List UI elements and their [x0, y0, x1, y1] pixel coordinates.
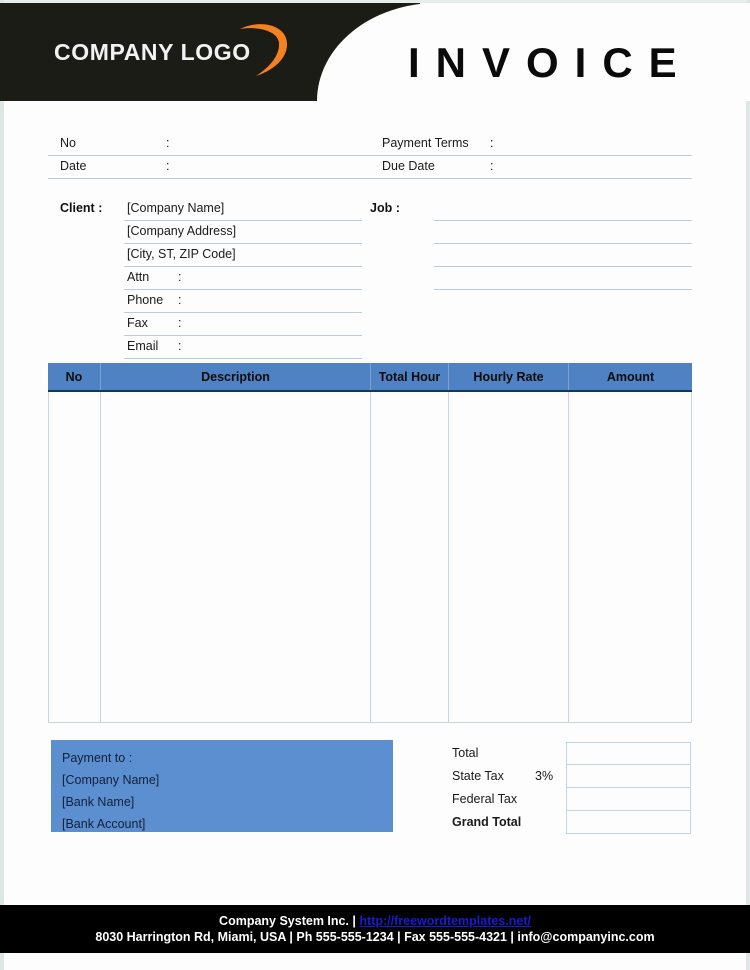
- meta-row: No : Payment Terms :: [48, 133, 692, 156]
- client-colon: :: [178, 339, 182, 353]
- footer-website-link[interactable]: http://freewordtemplates.net/: [359, 914, 531, 928]
- job-field-line-1[interactable]: [434, 198, 692, 221]
- table-column-divider: [448, 392, 449, 722]
- state-tax-rate: 3%: [535, 769, 554, 783]
- table-column-divider: [568, 392, 569, 722]
- client-field-phone[interactable]: Phone :: [124, 290, 362, 313]
- client-label: Attn: [127, 270, 150, 284]
- payment-bank-name[interactable]: [Bank Name]: [62, 791, 393, 813]
- client-field-attn[interactable]: Attn :: [124, 267, 362, 290]
- job-field-line-4[interactable]: [434, 267, 692, 290]
- meta-label-due-date: Due Date: [382, 159, 435, 173]
- column-header-hourly-rate: Hourly Rate: [448, 363, 568, 390]
- client-colon: :: [178, 293, 182, 307]
- payment-bank-account[interactable]: [Bank Account]: [62, 813, 393, 835]
- meta-row: Date : Due Date :: [48, 156, 692, 179]
- client-field-city-state-zip[interactable]: [City, ST, ZIP Code]: [124, 244, 362, 267]
- meta-colon: :: [166, 136, 170, 150]
- invoice-page: COMPANY LOGO INVOICE No : Payment Terms …: [0, 0, 750, 970]
- totals-label-total: Total: [452, 746, 479, 760]
- client-rows: [Company Name] [Company Address] [City, …: [124, 198, 362, 359]
- meta-label-no: No: [60, 136, 76, 150]
- totals-label-federal-tax: Federal Tax: [452, 792, 518, 806]
- footer-line-2: 8030 Harrington Rd, Miami, USA | Ph 555-…: [95, 930, 655, 944]
- client-colon: :: [178, 270, 182, 284]
- line-items-table: No Description Total Hour Hourly Rate Am…: [48, 363, 692, 725]
- column-header-amount: Amount: [568, 363, 692, 390]
- client-label: Fax: [127, 316, 148, 330]
- meta-colon: :: [490, 136, 494, 150]
- client-field-company-name[interactable]: [Company Name]: [124, 198, 362, 221]
- payment-company-name[interactable]: [Company Name]: [62, 769, 393, 791]
- client-field-fax[interactable]: Fax :: [124, 313, 362, 336]
- footer-line-1: Company System Inc. | http://freewordtem…: [0, 913, 750, 929]
- job-title: Job :: [370, 201, 400, 215]
- meta-colon: :: [490, 159, 494, 173]
- client-label: [Company Name]: [127, 201, 225, 215]
- client-label: [Company Address]: [127, 224, 237, 238]
- invoice-header: COMPANY LOGO INVOICE: [0, 3, 750, 101]
- totals-value-total[interactable]: [566, 742, 691, 765]
- page-left-edge: [0, 0, 4, 970]
- totals-label-grand-total: Grand Total: [452, 815, 522, 829]
- company-logo-text: COMPANY LOGO: [54, 39, 251, 65]
- job-rows: [434, 198, 692, 290]
- payment-to-box: Payment to : [Company Name] [Bank Name] …: [51, 740, 393, 832]
- client-label: Email: [127, 339, 159, 353]
- totals-row-federal-tax: Federal Tax: [452, 788, 692, 811]
- page-right-edge: [746, 0, 750, 970]
- client-field-company-address[interactable]: [Company Address]: [124, 221, 362, 244]
- client-label: [City, ST, ZIP Code]: [127, 247, 236, 261]
- totals-row-total: Total: [452, 742, 692, 765]
- column-header-description: Description: [100, 363, 370, 390]
- meta-cell-payment-terms: Payment Terms :: [370, 133, 692, 155]
- meta-label-date: Date: [60, 159, 87, 173]
- table-header-row: No Description Total Hour Hourly Rate Am…: [48, 363, 692, 392]
- totals-block: Total State Tax 3% Federal Tax Grand Tot…: [452, 742, 692, 834]
- payment-to-label: Payment to :: [62, 751, 133, 765]
- page-title: INVOICE: [408, 39, 693, 86]
- client-label: Phone: [127, 293, 164, 307]
- totals-value-federal-tax[interactable]: [566, 788, 691, 811]
- job-field-line-2[interactable]: [434, 221, 692, 244]
- meta-colon: :: [166, 159, 170, 173]
- table-column-divider: [100, 392, 101, 722]
- meta-cell-due-date: Due Date :: [370, 156, 692, 178]
- table-body[interactable]: [48, 392, 692, 723]
- client-colon: :: [178, 316, 182, 330]
- table-column-divider: [370, 392, 371, 722]
- client-field-email[interactable]: Email :: [124, 336, 362, 359]
- client-title: Client :: [60, 201, 103, 215]
- job-field-line-3[interactable]: [434, 244, 692, 267]
- column-header-total-hour: Total Hour: [370, 363, 448, 390]
- totals-value-state-tax[interactable]: [566, 765, 691, 788]
- invoice-meta: No : Payment Terms : Date : Due Date :: [48, 133, 692, 179]
- totals-row-grand-total: Grand Total: [452, 811, 692, 834]
- totals-row-state-tax: State Tax 3%: [452, 765, 692, 788]
- column-header-no: No: [65, 369, 83, 384]
- footer-company-name: Company System Inc. |: [219, 914, 360, 928]
- meta-cell-no: No :: [48, 133, 370, 155]
- totals-value-grand-total[interactable]: [566, 811, 691, 834]
- orange-swoosh-icon: [240, 24, 288, 76]
- totals-label-state-tax: State Tax: [452, 769, 504, 783]
- meta-label-payment-terms: Payment Terms: [382, 136, 469, 150]
- page-footer: Company System Inc. | http://freewordtem…: [0, 905, 750, 953]
- meta-cell-date: Date :: [48, 156, 370, 178]
